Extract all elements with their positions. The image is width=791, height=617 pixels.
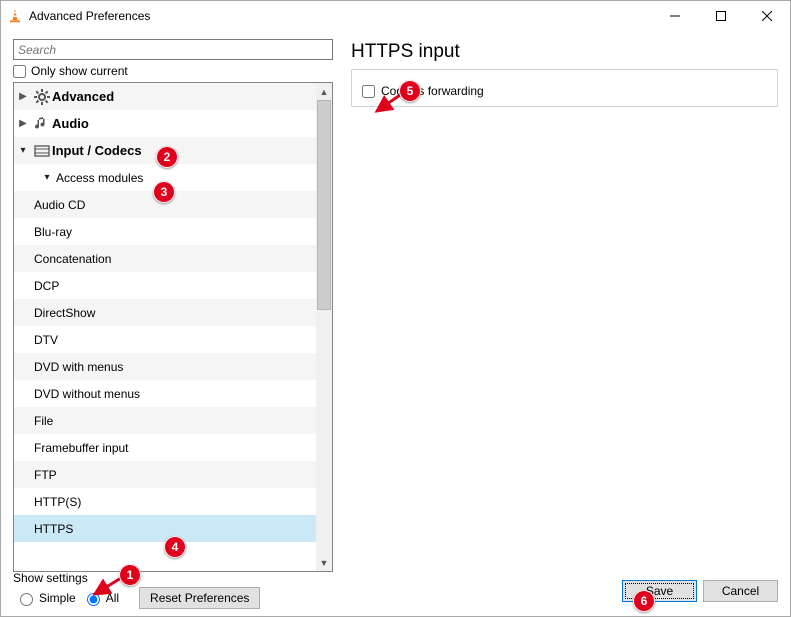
chevron-down-icon: ▾: [38, 172, 56, 183]
chevron-down-icon: ▾: [14, 145, 32, 156]
chevron-right-icon: ▶: [14, 91, 32, 102]
cookies-forwarding-label: Cookies forwarding: [381, 84, 484, 98]
show-settings-simple-radio[interactable]: [20, 593, 33, 606]
window-title: Advanced Preferences: [29, 9, 150, 23]
scrollbar-thumb[interactable]: [317, 100, 331, 310]
tree-label-audio: Audio: [52, 116, 89, 131]
tree-item-dtv[interactable]: DTV: [14, 326, 316, 353]
tree-item-framebuffer[interactable]: Framebuffer input: [14, 434, 316, 461]
cancel-button[interactable]: Cancel: [703, 580, 778, 602]
tree-label: File: [34, 414, 53, 428]
codec-icon: [32, 143, 52, 159]
show-settings-all-radio[interactable]: [87, 593, 100, 606]
tree-label: DTV: [34, 333, 58, 347]
tree-item-file[interactable]: File: [14, 407, 316, 434]
tree-scrollbar[interactable]: ▲ ▼: [316, 83, 332, 571]
tree-item-http-s[interactable]: HTTP(S): [14, 488, 316, 515]
reset-preferences-button[interactable]: Reset Preferences: [139, 587, 260, 609]
tree-item-dvd-without-menus[interactable]: DVD without menus: [14, 380, 316, 407]
page-title: HTTPS input: [351, 41, 778, 63]
vlc-cone-icon: [7, 8, 23, 24]
tree-label-access-modules: Access modules: [56, 171, 143, 185]
tree-item-https[interactable]: HTTPS: [14, 515, 316, 542]
tree-item-audio[interactable]: ▶ Audio: [14, 110, 316, 137]
tree-label: Framebuffer input: [34, 441, 129, 455]
options-group: Cookies forwarding: [351, 69, 778, 107]
cookies-forwarding-checkbox[interactable]: [362, 85, 375, 98]
only-show-current-label: Only show current: [31, 64, 128, 78]
all-label: All: [106, 591, 119, 605]
tree-item-access-modules[interactable]: ▾ Access modules: [14, 164, 316, 191]
tree-item-audio-cd[interactable]: Audio CD: [14, 191, 316, 218]
tree-item-advanced[interactable]: ▶ Advanced: [14, 83, 316, 110]
tree-item-directshow[interactable]: DirectShow: [14, 299, 316, 326]
tree-label: Audio CD: [34, 198, 85, 212]
tree-label: DCP: [34, 279, 59, 293]
title-bar: Advanced Preferences: [1, 1, 790, 31]
close-button[interactable]: [744, 1, 790, 31]
gear-icon: [32, 89, 52, 105]
minimize-button[interactable]: [652, 1, 698, 31]
tree-label: DirectShow: [34, 306, 95, 320]
scroll-down-icon[interactable]: ▼: [316, 554, 332, 571]
show-settings-label: Show settings: [13, 571, 256, 585]
save-button[interactable]: Save: [622, 580, 697, 602]
tree-label: DVD without menus: [34, 387, 140, 401]
tree-item-dcp[interactable]: DCP: [14, 272, 316, 299]
tree-label-input-codecs: Input / Codecs: [52, 143, 142, 158]
scroll-up-icon[interactable]: ▲: [316, 83, 332, 100]
only-show-current-checkbox[interactable]: [13, 65, 26, 78]
tree-item-ftp[interactable]: FTP: [14, 461, 316, 488]
tree-item-concatenation[interactable]: Concatenation: [14, 245, 316, 272]
maximize-button[interactable]: [698, 1, 744, 31]
tree-label: DVD with menus: [34, 360, 123, 374]
tree-label: HTTP(S): [34, 495, 81, 509]
tree-label: HTTPS: [34, 522, 73, 536]
tree-label: Concatenation: [34, 252, 111, 266]
settings-tree: ▶ Advanced ▶ Audio ▾: [13, 82, 333, 572]
music-note-icon: [32, 116, 52, 132]
search-input[interactable]: [13, 39, 333, 60]
tree-label-advanced: Advanced: [52, 89, 114, 104]
tree-label: Blu-ray: [34, 225, 72, 239]
tree-item-input-codecs[interactable]: ▾ Input / Codecs: [14, 137, 316, 164]
tree-label: FTP: [34, 468, 57, 482]
chevron-right-icon: ▶: [14, 118, 32, 129]
tree-item-bluray[interactable]: Blu-ray: [14, 218, 316, 245]
tree-item-dvd-with-menus[interactable]: DVD with menus: [14, 353, 316, 380]
bottom-bar: Show settings Simple All Reset Preferenc…: [1, 572, 790, 616]
simple-label: Simple: [39, 591, 76, 605]
